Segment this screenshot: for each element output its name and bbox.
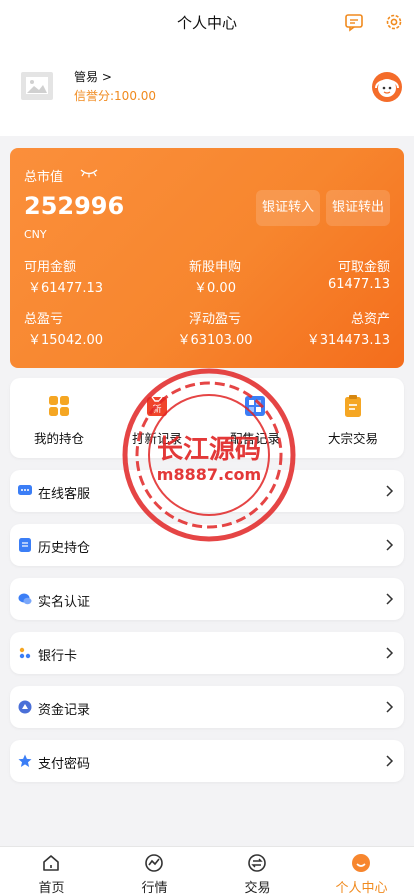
floating-profit-loss-value: ￥63103.00 [177,333,253,348]
allotment-records-label: 配售记录 [229,431,280,446]
total-profit-loss-label: 总盈亏 [24,312,64,327]
menu-bank-card[interactable]: 银行卡 [10,632,404,674]
menu-real-name-verification[interactable]: 实名认证 [10,578,404,620]
card-icon [19,647,31,659]
tab-label: 交易 [244,881,271,896]
total-assets-value: ￥314473.13 [306,333,390,348]
home-icon [43,855,59,871]
tab-market[interactable]: 行情 [103,847,206,896]
ipo-subscription-label: 新股申购 [188,260,241,275]
chat-icon [18,485,32,495]
chevron-right-icon [386,539,394,551]
ipo-subscription-value: ￥0.00 [194,281,236,296]
my-positions-label: 我的持仓 [33,431,84,446]
withdrawable-amount-value: 61477.13 [327,277,390,292]
bottom-tab-bar: 首页 行情 交易 个人中心 [0,846,414,896]
tab-label: 首页 [38,881,65,896]
customer-service-icon[interactable] [370,70,404,104]
menu-history-positions[interactable]: 历史持仓 [10,524,404,566]
list-icon [19,538,31,552]
chevron-right-icon [386,593,394,605]
chevron-right-icon [386,647,394,659]
profile-section[interactable]: 管易 > 信誉分:100.00 [0,44,414,136]
withdrawable-amount-label: 可取金额 [337,260,390,275]
eye-closed-icon[interactable] [80,168,98,178]
chevron-right-icon [386,701,394,713]
available-amount-label: 可用金额 [24,260,77,275]
menu-label: 银行卡 [38,649,78,664]
bank-transfer-out-button[interactable]: 银证转出 [326,190,390,226]
credit-score: 信誉分:100.00 [74,89,157,103]
menu-label: 实名认证 [38,595,91,610]
menu-payment-password[interactable]: 支付密码 [10,740,404,782]
asset-summary-card: 总市值 252996 CNY 银证转入 银证转出 可用金额 新股申购 可取金额 … [10,148,404,368]
svg-text:新: 新 [152,403,161,415]
clipboard-icon [345,395,361,417]
user-face-icon [352,854,370,872]
floating-profit-loss-label: 浮动盈亏 [188,312,241,327]
username-link[interactable]: 管易 > [74,68,112,85]
menu-label: 支付密码 [38,757,91,772]
my-positions-button[interactable]: 我的持仓 [10,378,108,458]
top-header: 个人中心 [0,0,414,44]
currency-label: CNY [24,228,47,241]
tab-label: 个人中心 [335,881,388,896]
total-market-value-label: 总市值 [24,170,64,185]
menu-fund-records[interactable]: 资金记录 [10,686,404,728]
menu-label: 在线客服 [38,487,91,502]
tab-profile[interactable]: 个人中心 [310,847,413,896]
star-icon [18,754,32,767]
menu-online-service[interactable]: 在线客服 [10,470,404,512]
allotment-records-button[interactable]: 配售记录 [206,378,304,458]
exchange-icon [248,854,266,872]
new-stock-icon: 新 [147,396,167,416]
allotment-icon [245,396,265,416]
tab-label: 行情 [141,881,168,896]
menu-label: 资金记录 [38,703,91,718]
ipo-records-label: 打新记录 [131,431,182,446]
block-trade-button[interactable]: 大宗交易 [304,378,402,458]
chevron-right-icon [386,755,394,767]
chart-icon [145,854,163,872]
message-icon[interactable] [344,12,364,32]
gear-icon[interactable] [384,12,404,32]
total-profit-loss-value: ￥15042.00 [28,333,104,348]
menu-label: 历史持仓 [38,541,91,556]
fund-icon [18,700,32,714]
ipo-records-button[interactable]: 新 打新记录 [108,378,206,458]
tab-home[interactable]: 首页 [0,847,103,896]
block-trade-label: 大宗交易 [327,431,378,446]
grid-icon [49,396,69,416]
bubble-icon [18,593,32,605]
total-market-value: 252996 [24,192,125,220]
bank-transfer-in-button[interactable]: 银证转入 [256,190,320,226]
chevron-right-icon [386,485,394,497]
quick-actions-panel: 我的持仓 新 打新记录 配售记录 大宗交易 [10,378,404,458]
tab-trade[interactable]: 交易 [206,847,309,896]
total-assets-label: 总资产 [350,312,390,327]
avatar[interactable] [20,70,54,102]
available-amount-value: ￥61477.13 [28,281,104,296]
